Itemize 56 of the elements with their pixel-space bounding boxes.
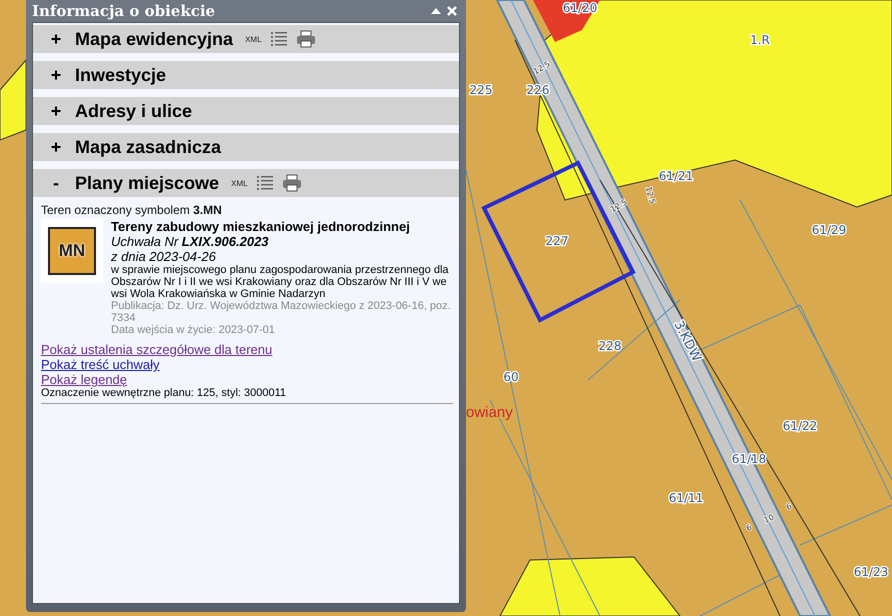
dimension-label: 6	[784, 502, 794, 512]
section-header[interactable]: + Adresy i ulice	[33, 97, 459, 125]
section-header[interactable]: - Plany miejscowe XML	[33, 169, 459, 197]
section-header[interactable]: + Mapa zasadnicza	[33, 133, 459, 161]
zone-symbol: MN	[48, 227, 96, 275]
list-icon	[256, 174, 274, 192]
printer-icon	[282, 174, 302, 192]
section-title: Inwestycje	[75, 64, 166, 86]
internal-designation: Oznaczenie wewnętrzne planu: 125, styl: 3000011	[41, 387, 288, 399]
print-button[interactable]	[296, 30, 316, 48]
resolution-date: z dnia 2023-04-26	[111, 249, 217, 264]
collapse-button[interactable]	[428, 7, 444, 15]
detail-link[interactable]: Pokaż legendę	[41, 372, 128, 387]
detail-link[interactable]: Pokaż treść uchwały	[41, 357, 160, 372]
print-button[interactable]	[282, 174, 302, 192]
parcel-label: 227	[546, 234, 568, 248]
parcel-label: 228	[598, 339, 622, 353]
section-header[interactable]: + Inwestycje	[33, 61, 459, 89]
expand-toggle[interactable]: -	[49, 172, 63, 194]
dimension-label: 12.5	[644, 186, 658, 206]
expand-toggle[interactable]: +	[49, 136, 63, 158]
list-button[interactable]	[256, 174, 274, 192]
detail-link[interactable]: Pokaż ustalenia szczegółowe dla terenu	[41, 342, 272, 357]
section-title: Mapa ewidencyjna	[75, 28, 234, 50]
resolution-number: Uchwała Nr LXIX.906.2023	[111, 234, 270, 249]
effective-date: Data wejścia w życie: 2023-07-01	[111, 324, 276, 336]
parcel-label: 61/20	[562, 1, 598, 15]
dimension-label: 6	[744, 522, 754, 533]
section-title: Adresy i ulice	[75, 100, 192, 122]
list-button[interactable]	[270, 30, 288, 48]
xml-button[interactable]: XML	[245, 34, 262, 44]
xml-button[interactable]: XML	[231, 178, 248, 188]
parcel-label: 61/22	[782, 419, 818, 433]
expand-toggle[interactable]: +	[49, 28, 63, 50]
resolution-subject: w sprawie miejscowego planu zagospodarowania przestrzennego dla Obszarów Nr I i II we wsi Krakowiany oraz dla Obszarów Nr III i V we wsi Wola Krakowiańska w Gminie Nadarzyn	[111, 264, 450, 300]
section-title: Mapa zasadnicza	[75, 136, 222, 158]
expand-toggle[interactable]: +	[49, 100, 63, 122]
panel-title: Informacja o obiekcie	[32, 2, 216, 20]
publication-info: Publikacja: Dz. Urz. Województwa Mazowieckiego z 2023-06-16, poz. 7334	[111, 300, 452, 324]
list-icon	[270, 30, 288, 48]
section-header[interactable]: + Mapa ewidencyjna XML	[33, 25, 459, 53]
section-title: Plany miejscowe	[75, 172, 220, 194]
parcel-label: 61/23	[854, 565, 888, 579]
parcel-label: 225	[470, 83, 492, 97]
parcel-label: 61/21	[658, 169, 694, 183]
zone-title: Tereny zabudowy mieszkaniowej jednorodzinnej	[111, 219, 411, 234]
dimension-label: 12.5	[532, 59, 552, 76]
close-button[interactable]	[444, 5, 460, 17]
dimension-label: 12.5	[608, 197, 629, 214]
zone-heading: Teren oznaczony symbolem 3.MN	[41, 203, 223, 217]
parcel-label: 61/11	[668, 491, 704, 505]
parcel-label: 1.R	[750, 33, 770, 47]
parcel-label: 61/29	[812, 223, 846, 237]
expand-toggle[interactable]: +	[49, 64, 63, 86]
printer-icon	[296, 30, 316, 48]
dimension-label: 10	[762, 512, 776, 525]
